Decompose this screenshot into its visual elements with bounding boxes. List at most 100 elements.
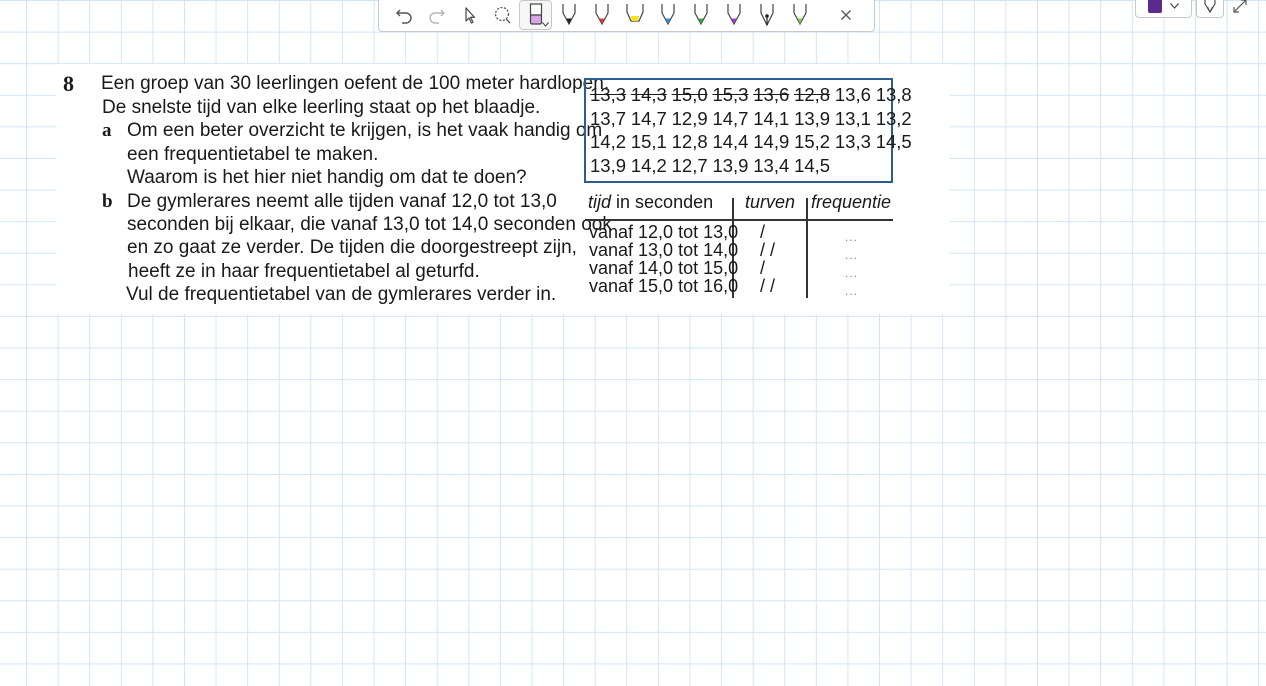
- time-value: 14,7: [712, 107, 749, 129]
- time-value: 13,6: [834, 84, 871, 105]
- time-value: 13,3: [590, 84, 627, 105]
- part-b-line-3: en zo gaat ze verder. De tijden die door…: [127, 237, 577, 258]
- time-value: 13,1: [834, 107, 871, 129]
- frequency-input[interactable]: ...: [845, 284, 858, 298]
- pen-blue-icon: [660, 4, 675, 26]
- frequency-input[interactable]: ...: [845, 230, 858, 244]
- time-value: 13,7: [590, 107, 627, 129]
- close-toolbar-button[interactable]: [829, 0, 862, 30]
- part-b-line-2: seconden bij elkaar, die vanaf 13,0 tot …: [127, 214, 612, 235]
- header-tijd-in-seconden: tijd in seconden: [588, 192, 713, 213]
- expand-icon: [1233, 0, 1247, 13]
- pen-outline-icon: [1204, 0, 1216, 14]
- part-b-line-1: De gymlerares neemt alle tijden vanaf 12…: [127, 191, 557, 212]
- fountain-pen-button[interactable]: [750, 0, 783, 30]
- redo-icon: [428, 9, 445, 24]
- time-value: 13,9: [712, 154, 749, 176]
- time-value: 14,5: [794, 154, 831, 176]
- pointer-button[interactable]: [453, 0, 486, 30]
- time-value: 13,9: [794, 107, 831, 129]
- pen-lime-button[interactable]: [783, 0, 816, 30]
- time-value: 12,8: [671, 131, 708, 152]
- header-tijd: tijd: [588, 192, 612, 212]
- time-value: 13,3: [834, 131, 871, 152]
- time-value: 15,0: [671, 84, 708, 105]
- pen-green-icon: [693, 4, 708, 26]
- times-row: 13,7 14,7 12,9 14,7 14,1 13,9 13,1 13,2: [590, 107, 912, 132]
- part-a-label: a: [102, 120, 112, 141]
- time-value: 12,8: [794, 84, 831, 105]
- pen-blue-button[interactable]: [651, 0, 684, 30]
- undo-icon: [395, 9, 412, 24]
- fountain-pen-icon: [759, 4, 774, 27]
- chevron-down-icon: [1170, 3, 1179, 9]
- pen-black-icon: [561, 4, 576, 26]
- part-a-line-2: een frequentietabel te maken.: [127, 144, 379, 165]
- pen-red-button[interactable]: [585, 0, 618, 30]
- pen-purple-icon: [726, 4, 741, 26]
- header-turven: turven: [745, 192, 795, 213]
- table-column-divider: [806, 198, 808, 298]
- eraser-button[interactable]: [519, 0, 552, 30]
- frequency-input[interactable]: ...: [845, 266, 858, 280]
- table-header-divider: [585, 219, 893, 221]
- time-value: 13,9: [590, 154, 627, 176]
- question-number: 8: [63, 71, 74, 96]
- part-b-label: b: [102, 191, 113, 212]
- lasso-icon: [494, 6, 510, 24]
- part-b-line-5: Vul de frequentietabel van de gymlerares…: [126, 284, 557, 305]
- time-value: 14,5: [875, 131, 912, 152]
- time-value: 15,3: [712, 84, 749, 105]
- part-a-line-1: Om een beter overzicht te krijgen, is he…: [127, 120, 603, 141]
- color-select[interactable]: [1135, 0, 1192, 18]
- pen-tool-button[interactable]: [1196, 0, 1224, 18]
- pen-black-button[interactable]: [552, 0, 585, 30]
- time-value: 14,3: [630, 84, 667, 105]
- time-value: 13,4: [753, 154, 790, 176]
- time-value: 12,9: [671, 107, 708, 129]
- header-turven-text: turven: [745, 192, 796, 212]
- lasso-button[interactable]: [486, 0, 519, 30]
- frequency-input[interactable]: ...: [845, 248, 858, 262]
- highlighter-yellow-icon: [625, 4, 644, 22]
- drawing-toolbar: [378, 0, 875, 32]
- chevron-down-icon: [542, 22, 549, 27]
- intro-line-2: De snelste tijd van elke leerling staat …: [102, 97, 541, 118]
- times-row: 13,3 14,3 15,0 15,3 13,6 12,8 13,6 13,8: [590, 84, 912, 108]
- redo-button[interactable]: [420, 0, 453, 30]
- times-row: 14,2 15,1 12,8 14,4 14,9 15,2 13,3 14,5: [590, 131, 912, 155]
- pointer-icon: [464, 7, 475, 24]
- time-value: 13,2: [875, 107, 912, 129]
- highlighter-yellow-button[interactable]: [618, 0, 651, 30]
- tally-cell: / /: [760, 276, 776, 296]
- part-b-line-4: heeft ze in haar frequentietabel al getu…: [128, 261, 480, 282]
- close-icon: [840, 10, 851, 20]
- times-sheet: 13,3 14,3 15,0 15,3 13,6 12,8 13,6 13,8 13,7 14,…: [584, 78, 912, 183]
- undo-button[interactable]: [387, 0, 420, 30]
- part-a-line-3: Waarom is het hier niet handig om dat te…: [127, 167, 527, 188]
- pen-lime-icon: [792, 4, 807, 26]
- time-value: 13,6: [753, 84, 790, 105]
- range-cell: vanaf 15,0 tot 16,0: [589, 276, 739, 296]
- header-in-seconden: in seconden: [616, 192, 714, 212]
- expand-button[interactable]: [1230, 0, 1250, 16]
- time-value: 13,8: [875, 84, 912, 105]
- time-value: 12,7: [671, 154, 708, 176]
- intro-line-1: Een groep van 30 leerlingen oefent de 10…: [101, 73, 610, 94]
- color-swatch: [1148, 0, 1162, 13]
- times-row: 13,9 14,2 12,7 13,9 13,4 14,5: [590, 155, 891, 179]
- pen-purple-button[interactable]: [717, 0, 750, 30]
- header-frequentie-text: frequentie: [811, 192, 892, 212]
- time-value: 14,2: [630, 154, 667, 176]
- time-value: 14,1: [753, 107, 790, 129]
- time-value: 15,1: [630, 131, 667, 152]
- time-value: 15,2: [794, 131, 831, 152]
- top-right-controls: [1135, 0, 1266, 18]
- pen-green-button[interactable]: [684, 0, 717, 30]
- pen-red-icon: [594, 4, 609, 26]
- time-value: 14,9: [753, 131, 790, 152]
- header-frequentie: frequentie: [811, 192, 891, 213]
- time-value: 14,7: [630, 107, 667, 129]
- time-value: 14,2: [590, 131, 627, 152]
- time-value: 14,4: [712, 131, 749, 152]
